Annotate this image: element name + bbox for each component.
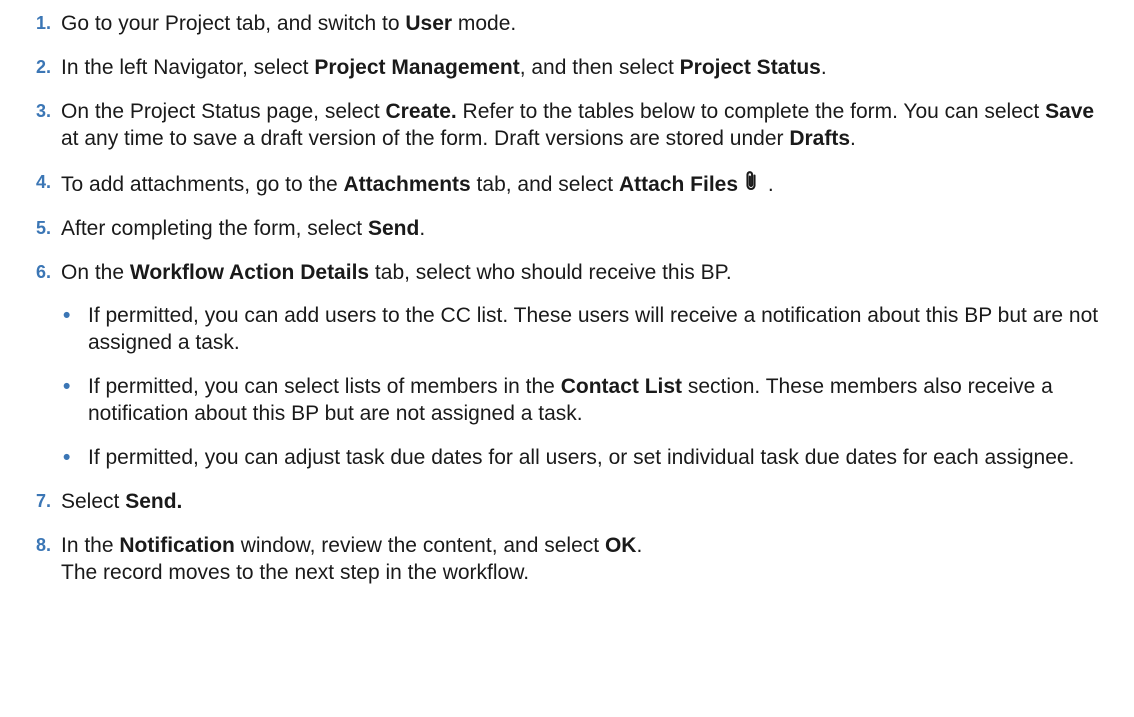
step-1: 1. Go to your Project tab, and switch to… bbox=[36, 10, 1114, 37]
step-number: 4. bbox=[36, 172, 52, 192]
ui-term-ok: OK bbox=[604, 534, 637, 557]
sub-bullet-text: If permitted, you can select lists of me… bbox=[88, 375, 561, 398]
bullet-marker: • bbox=[63, 304, 71, 327]
ui-term-create: Create. bbox=[385, 100, 457, 123]
step-6: 6. On the Workflow Action Details tab, s… bbox=[36, 259, 1114, 471]
step-8: 8. In the Notification window, review th… bbox=[36, 532, 1114, 586]
sub-bullet-text: If permitted, you can adjust task due da… bbox=[88, 446, 1075, 469]
bullet-marker: • bbox=[63, 375, 71, 398]
step-text: On the Project Status page, select bbox=[61, 100, 386, 123]
step-text: , and then select bbox=[519, 56, 680, 79]
steps-list: 1. Go to your Project tab, and switch to… bbox=[36, 10, 1114, 586]
ui-term-attach-files: Attach Files bbox=[618, 173, 739, 196]
step-number: 7. bbox=[36, 491, 52, 511]
ui-term-send: Send. bbox=[125, 490, 183, 513]
bullet-marker: • bbox=[63, 446, 71, 469]
ui-term-user: User bbox=[405, 12, 453, 35]
procedure-document: 1. Go to your Project tab, and switch to… bbox=[0, 0, 1134, 717]
sub-bullet-due-dates: • If permitted, you can adjust task due … bbox=[61, 444, 1114, 471]
step-text: at any time to save a draft version of t… bbox=[61, 127, 790, 150]
step-number: 6. bbox=[36, 262, 52, 282]
ui-term-contact-list: Contact List bbox=[560, 375, 683, 398]
step-text: . bbox=[419, 217, 426, 240]
step-number: 2. bbox=[36, 57, 52, 77]
step-4: 4. To add attachments, go to the Attachm… bbox=[36, 169, 1114, 198]
step-3: 3. On the Project Status page, select Cr… bbox=[36, 98, 1114, 152]
step-5: 5. After completing the form, select Sen… bbox=[36, 215, 1114, 242]
step-text: After completing the form, select bbox=[61, 217, 368, 240]
ui-term-notification: Notification bbox=[119, 534, 235, 557]
step-7: 7. Select Send. bbox=[36, 488, 1114, 515]
paperclip-icon bbox=[746, 171, 756, 191]
ui-term-save: Save bbox=[1045, 100, 1095, 123]
step-text: Go to your Project tab, and switch to bbox=[61, 12, 406, 35]
step-text: Select bbox=[61, 490, 126, 513]
step-text: . bbox=[850, 127, 856, 150]
step-result-text: The record moves to the next step in the… bbox=[61, 561, 530, 584]
step-text: mode. bbox=[452, 12, 517, 35]
sub-bullet-list: • If permitted, you can add users to the… bbox=[61, 302, 1114, 471]
ui-term-send: Send bbox=[367, 217, 420, 240]
step-text: . bbox=[636, 534, 643, 557]
step-number: 8. bbox=[36, 535, 52, 555]
step-text: . bbox=[820, 56, 827, 79]
step-text: tab, and select bbox=[470, 173, 619, 196]
step-text: window, review the content, and select bbox=[234, 534, 605, 557]
step-text: In the left Navigator, select bbox=[61, 56, 315, 79]
sub-bullet-text: If permitted, you can add users to the C… bbox=[88, 304, 1099, 354]
ui-term-drafts: Drafts bbox=[789, 127, 851, 150]
step-text: tab, select who should receive this BP. bbox=[369, 261, 732, 284]
ui-term-attachments: Attachments bbox=[343, 173, 471, 196]
step-text: To add attachments, go to the bbox=[61, 173, 344, 196]
step-text: Refer to the tables below to complete th… bbox=[456, 100, 1046, 123]
step-text: . bbox=[762, 173, 774, 196]
step-2: 2. In the left Navigator, select Project… bbox=[36, 54, 1114, 81]
step-number: 3. bbox=[36, 101, 52, 121]
ui-term-project-management: Project Management bbox=[314, 56, 520, 79]
step-number: 1. bbox=[36, 13, 52, 33]
sub-bullet-contact-list: • If permitted, you can select lists of … bbox=[61, 373, 1114, 427]
step-text: On the bbox=[61, 261, 130, 284]
ui-term-workflow-action-details: Workflow Action Details bbox=[129, 261, 370, 284]
step-number: 5. bbox=[36, 218, 52, 238]
sub-bullet-cc-list: • If permitted, you can add users to the… bbox=[61, 302, 1114, 356]
ui-term-project-status: Project Status bbox=[679, 56, 821, 79]
step-text: In the bbox=[61, 534, 120, 557]
